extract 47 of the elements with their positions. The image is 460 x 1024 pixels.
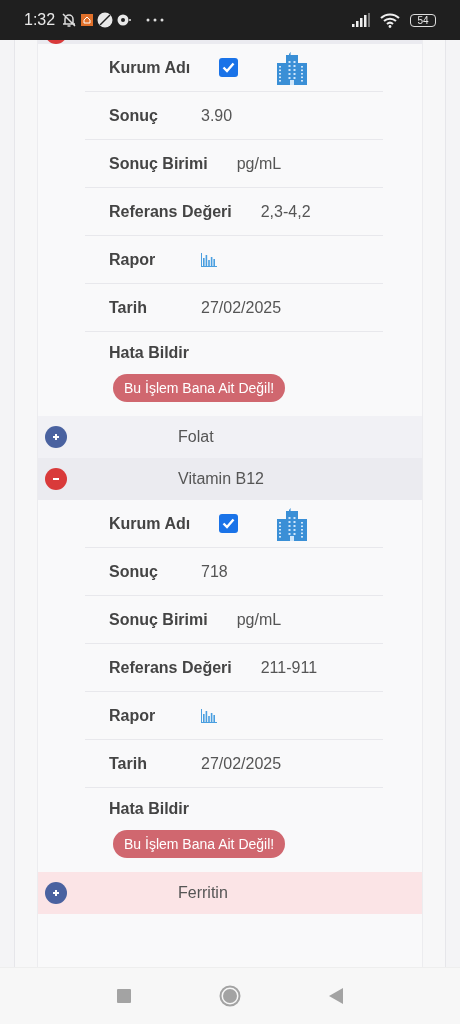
field-value: 211-911 — [260, 658, 318, 677]
hospital-icon — [276, 50, 309, 85]
field-label: Referans Değeri — [109, 202, 232, 221]
field-value: 27/02/2025 — [201, 298, 282, 317]
expand-icon[interactable] — [45, 882, 67, 904]
field-value: pg/mL — [236, 610, 282, 629]
field-value: 27/02/2025 — [201, 754, 282, 773]
field-value: 3.90 — [201, 106, 233, 125]
report-error-button[interactable]: Bu İşlem Bana Ait Değil! — [113, 830, 286, 858]
more-icon — [145, 17, 166, 23]
field-label: Kurum Adı — [109, 58, 191, 77]
field-label: Sonuç Birimi — [109, 154, 208, 173]
field-value: pg/mL — [236, 154, 282, 173]
collapse-icon[interactable] — [45, 468, 67, 490]
bell-off-icon — [61, 12, 78, 28]
clock: 1:32 — [24, 11, 56, 29]
hospital-icon — [276, 506, 309, 541]
field-label: Rapor — [109, 250, 157, 269]
field-label: Sonuç — [109, 106, 159, 125]
target-icon — [117, 13, 132, 27]
field-label: Rapor — [109, 706, 157, 725]
field-label: Sonuç Birimi — [109, 610, 208, 629]
field-value: 718 — [201, 562, 228, 581]
field-label: Referans Değeri — [109, 658, 232, 677]
signal-icon — [352, 13, 370, 27]
checkbox[interactable] — [219, 514, 239, 533]
field-value: 2,3-4,2 — [260, 202, 311, 221]
checkbox[interactable] — [219, 58, 239, 77]
report-error-button[interactable]: Bu İşlem Bana Ait Değil! — [113, 374, 286, 402]
test-name: Ferritin — [178, 884, 228, 902]
field-label: Sonuç — [109, 562, 159, 581]
battery-indicator: 54 — [410, 13, 436, 27]
back-button[interactable] — [329, 988, 343, 1004]
field-label: Tarih — [109, 298, 148, 317]
app-icon — [81, 14, 94, 26]
bar-chart-icon[interactable] — [201, 252, 217, 267]
field-label: Hata Bildir — [109, 344, 189, 362]
field-label: Tarih — [109, 754, 148, 773]
field-label: Kurum Adı — [109, 514, 191, 533]
circle-icon — [97, 12, 114, 28]
expand-icon[interactable] — [45, 426, 67, 448]
test-name: Folat — [178, 428, 214, 446]
bar-chart-icon[interactable] — [201, 708, 217, 723]
wifi-icon — [380, 12, 400, 28]
test-name: Vitamin B12 — [178, 470, 264, 488]
home-button[interactable] — [219, 985, 241, 1007]
field-label: Hata Bildir — [109, 800, 189, 818]
